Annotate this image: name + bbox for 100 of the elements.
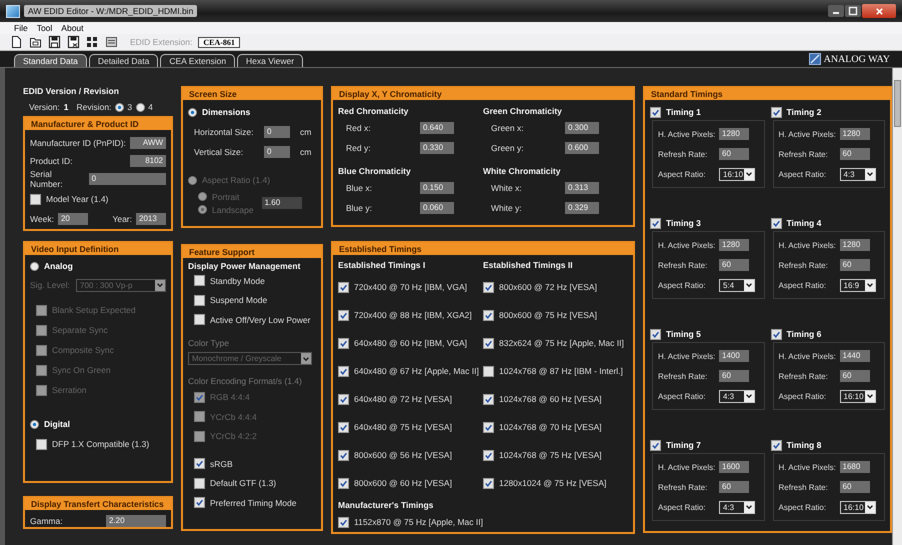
checkbox-label[interactable]: Timing 7 [666, 440, 701, 450]
checkbox[interactable] [194, 458, 205, 470]
checkbox-label[interactable]: 1152x870 @ 75 Hz [Apple, Mac II] [354, 517, 483, 527]
save-icon[interactable] [48, 35, 61, 49]
text-field[interactable]: 60 [840, 148, 870, 160]
checkbox-label[interactable]: Preferred Timing Mode [210, 498, 296, 508]
radio-label[interactable]: Dimensions [202, 107, 250, 117]
save-as-icon[interactable] [67, 35, 80, 49]
checkbox[interactable] [338, 282, 349, 292]
tab[interactable]: Standard Data [14, 54, 87, 67]
dropdown[interactable]: 16:9 [840, 278, 876, 292]
checkbox[interactable] [483, 394, 494, 404]
checkbox[interactable] [650, 328, 661, 340]
checkbox[interactable] [483, 366, 494, 376]
checkbox[interactable] [650, 218, 661, 228]
checkbox-label[interactable]: Standby Mode [210, 276, 265, 286]
checkbox-label[interactable]: 800x600 @ 56 Hz [VESA] [354, 450, 452, 460]
dropdown[interactable]: 4:3 [719, 390, 755, 402]
dropdown[interactable]: 16:10 [719, 168, 755, 180]
checkbox-label[interactable]: Timing 1 [666, 107, 701, 117]
tab[interactable]: Hexa Viewer [237, 54, 304, 67]
checkbox[interactable] [36, 438, 47, 450]
checkbox-label[interactable]: 640x480 @ 75 Hz [VESA] [354, 422, 452, 432]
checkbox[interactable] [770, 218, 782, 228]
checkbox[interactable] [483, 422, 494, 432]
checkbox[interactable] [30, 194, 41, 204]
dropdown[interactable]: 16:10 [840, 390, 876, 402]
radio-button[interactable] [188, 108, 197, 116]
checkbox[interactable] [650, 106, 661, 118]
checkbox[interactable] [338, 516, 349, 528]
checkbox-label[interactable]: Suspend Mode [210, 295, 268, 306]
checkbox-label[interactable]: DFP 1.X Compatible (1.3) [52, 439, 150, 449]
checkbox[interactable] [483, 338, 494, 348]
checkbox-label[interactable]: Timing 6 [786, 329, 822, 339]
text-field[interactable]: 1680 [840, 461, 870, 473]
dropdown[interactable]: 4:3 [719, 500, 755, 514]
text-field[interactable]: 1.60 [262, 197, 302, 209]
radio-button[interactable] [30, 420, 39, 428]
radio-label[interactable]: 3 [127, 102, 132, 112]
checkbox-label[interactable]: sRGB [210, 458, 233, 469]
checkbox[interactable] [194, 497, 205, 508]
checkbox-label[interactable]: 1024x768 @ 87 Hz [IBM - Interl.] [499, 366, 623, 376]
checkbox-label[interactable]: 720x400 @ 70 Hz [IBM, VGA] [354, 282, 468, 292]
checkbox[interactable] [338, 422, 349, 432]
checkbox-label[interactable]: 640x480 @ 72 Hz [VESA] [354, 394, 452, 404]
checkbox-label[interactable]: 832x624 @ 75 Hz [Apple, Mac II] [499, 338, 624, 348]
text-field[interactable]: 60 [840, 259, 870, 271]
checkbox-label[interactable]: Model Year (1.4) [46, 194, 108, 204]
radio-label[interactable]: Analog [44, 261, 73, 271]
close-button[interactable] [862, 4, 896, 18]
text-field[interactable]: 60 [719, 148, 749, 160]
checkbox[interactable] [194, 314, 205, 326]
text-field[interactable]: 0 [264, 146, 290, 158]
checkbox[interactable] [770, 106, 782, 118]
text-field[interactable]: 0.150 [420, 182, 454, 194]
text-field[interactable]: 60 [719, 259, 749, 271]
checkbox-label[interactable]: Timing 2 [786, 107, 822, 117]
checkbox-label[interactable]: 800x600 @ 75 Hz [VESA] [499, 310, 597, 320]
maximize-icon[interactable] [845, 5, 861, 17]
text-field[interactable]: 1280 [840, 128, 870, 140]
checkbox[interactable] [338, 394, 349, 404]
text-field[interactable]: AWW [130, 137, 166, 149]
text-field[interactable]: 0 [88, 173, 166, 185]
checkbox-label[interactable]: 800x600 @ 72 Hz [VESA] [499, 282, 597, 292]
text-field[interactable]: 2.20 [106, 515, 166, 527]
text-field[interactable]: 8102 [130, 155, 166, 167]
new-file-icon[interactable] [10, 35, 23, 49]
text-field[interactable]: 0.300 [565, 122, 599, 134]
text-field[interactable]: 0.330 [420, 142, 454, 154]
text-field[interactable]: 0 [264, 126, 290, 138]
checkbox[interactable] [338, 478, 349, 488]
text-field[interactable]: 1280 [719, 239, 749, 251]
list-icon[interactable] [105, 35, 118, 49]
text-field[interactable]: 60 [719, 370, 749, 382]
checkbox-label[interactable]: 1280x1024 @ 75 Hz [VESA] [499, 478, 606, 488]
text-field[interactable]: 0.600 [565, 142, 599, 154]
checkbox[interactable] [770, 328, 782, 340]
radio-label[interactable]: Digital [44, 419, 70, 429]
text-field[interactable]: 60 [840, 481, 870, 493]
scrollbar[interactable] [892, 68, 902, 545]
checkbox[interactable] [194, 275, 205, 286]
text-field[interactable]: 60 [719, 481, 749, 493]
minimize-icon[interactable] [828, 5, 844, 17]
radio-label[interactable]: 4 [148, 102, 153, 112]
tab[interactable]: CEA Extension [160, 54, 236, 67]
checkbox[interactable] [338, 366, 349, 376]
checkbox-label[interactable]: Timing 5 [666, 329, 701, 339]
text-field[interactable]: 2013 [136, 213, 166, 225]
checkbox[interactable] [338, 450, 349, 460]
dropdown[interactable]: 5:4 [719, 278, 755, 292]
extension-field[interactable]: CEA-861 [198, 36, 240, 48]
text-field[interactable]: 0.329 [565, 202, 599, 214]
menu-item[interactable]: Tool [36, 23, 52, 33]
checkbox[interactable] [194, 478, 205, 489]
checkbox-label[interactable]: 1024x768 @ 75 Hz [VESA] [499, 450, 602, 460]
checkbox-label[interactable]: Active Off/Very Low Power [210, 314, 310, 325]
radio-button[interactable] [136, 102, 146, 112]
dropdown[interactable]: 4:3 [840, 168, 876, 180]
checkbox[interactable] [338, 338, 349, 348]
text-field[interactable]: 20 [58, 213, 88, 225]
